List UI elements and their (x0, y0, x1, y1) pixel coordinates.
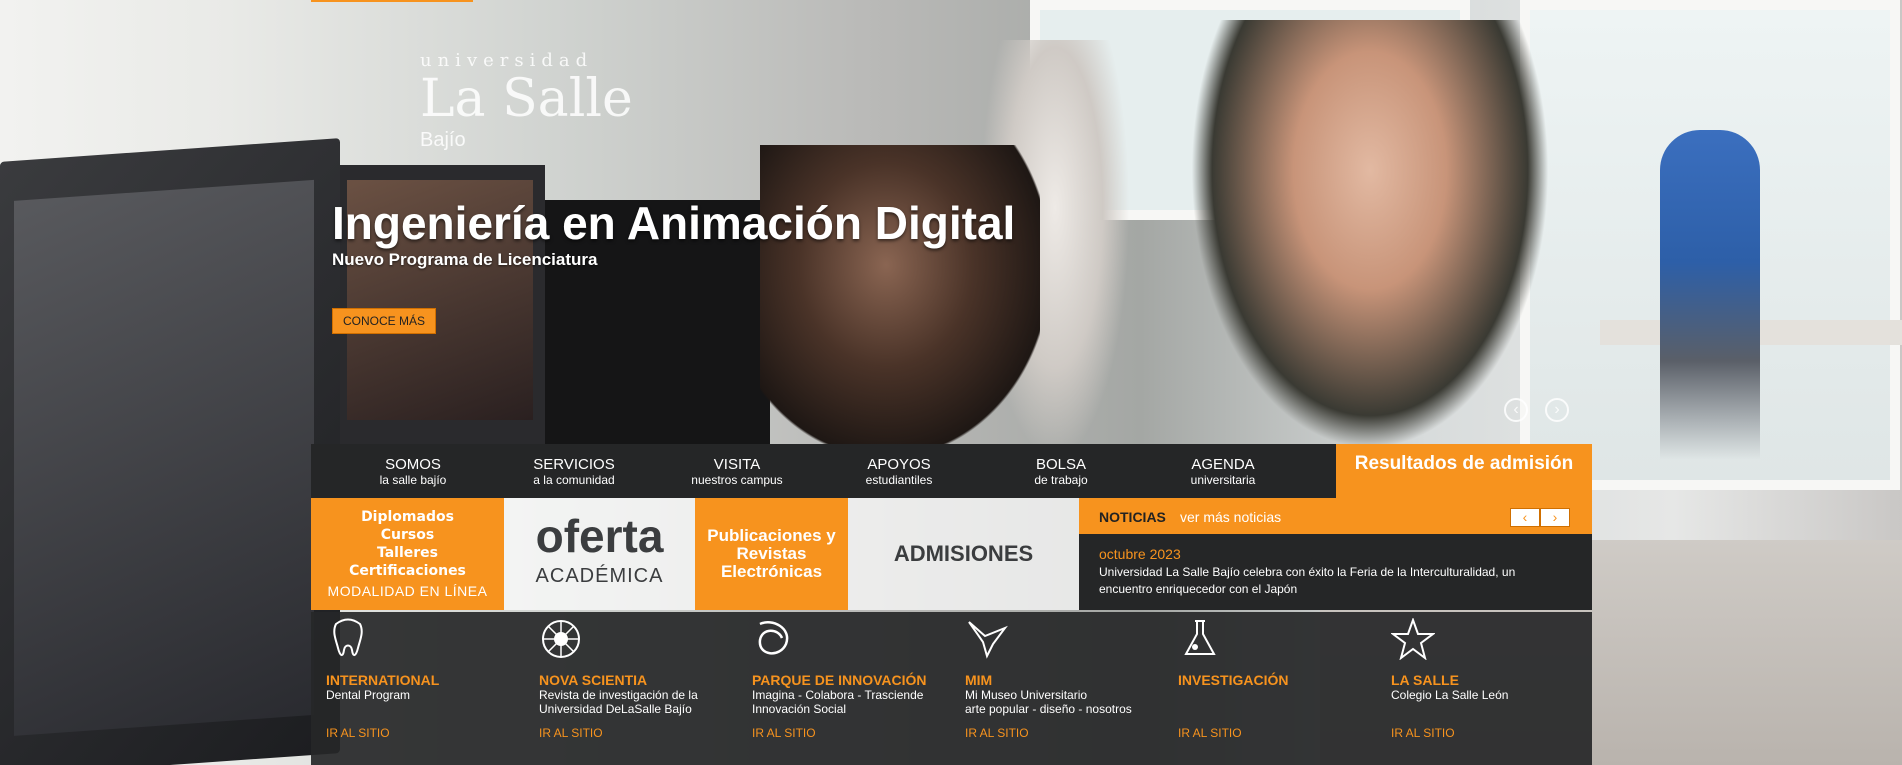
site-link[interactable]: IR AL SITIO (752, 726, 816, 740)
nav-item-somos[interactable]: SOMOS la salle bajío (338, 444, 488, 498)
monitor (0, 138, 340, 765)
site-desc: Universidad DeLaSalle Bajío (539, 702, 692, 716)
site-title: INTERNATIONAL (326, 672, 440, 688)
news-headline[interactable]: Universidad La Salle Bajío celebra con é… (1099, 564, 1539, 598)
student-man (1190, 20, 1550, 450)
nav-item-title: SERVICIOS (533, 455, 615, 473)
site-title: LA SALLE (1391, 672, 1459, 688)
publicaciones-tile[interactable]: Publicaciones y Revistas Electrónicas (695, 498, 848, 610)
nav-item-title: APOYOS (867, 455, 931, 473)
oferta-academica-tile[interactable]: oferta ACADÉMICA (504, 498, 695, 610)
nav-item-visita[interactable]: VISITA nuestros campus (662, 444, 812, 498)
news-header: NOTICIAS ver más noticias ‹ › (1079, 498, 1592, 534)
nav-item-title: VISITA (713, 455, 761, 473)
flask-icon (1184, 620, 1216, 655)
resultados-admision-button[interactable]: Resultados de admisión (1336, 444, 1592, 498)
nav-item-bolsa[interactable]: BOLSA de trabajo (986, 444, 1136, 498)
diplomados-label: Diplomados (361, 509, 454, 525)
site-link[interactable]: IR AL SITIO (965, 726, 1029, 740)
site-nova-scientia[interactable]: NOVA SCIENTIA Revista de investigación d… (524, 612, 737, 765)
conoce-mas-button[interactable]: CONOCE MÁS (332, 308, 437, 334)
talleres-label: Talleres (376, 545, 439, 561)
site-title: PARQUE DE INNOVACIÓN (752, 672, 927, 688)
admisiones-tile[interactable]: ADMISIONES (848, 498, 1079, 610)
nav-item-sub: de trabajo (1034, 472, 1088, 487)
oferta-small-text: ACADÉMICA (535, 565, 664, 587)
nav-item-sub: nuestros campus (691, 472, 783, 487)
news-prev-button[interactable]: ‹ (1510, 508, 1540, 527)
site-title: INVESTIGACIÓN (1178, 672, 1289, 688)
student-woman (760, 145, 1040, 445)
news-panel: NOTICIAS ver más noticias ‹ › octubre 20… (1079, 498, 1592, 610)
site-desc: Mi Museo Universitario (965, 688, 1088, 702)
nav-item-sub: estudiantiles (865, 472, 933, 487)
university-logo[interactable]: universidad La Salle Bajío (420, 50, 633, 152)
more-news-link[interactable]: ver más noticias (1180, 509, 1281, 525)
oferta-big-text: oferta (535, 510, 664, 562)
chevron-left-icon[interactable]: ‹ (1504, 398, 1528, 422)
nav-item-title: BOLSA (1035, 455, 1087, 473)
news-label: NOTICIAS (1099, 509, 1166, 525)
site-international[interactable]: INTERNATIONAL Dental Program IR AL SITIO (311, 612, 524, 765)
atom-burst-icon (542, 620, 580, 658)
sites-strip: INTERNATIONAL Dental Program IR AL SITIO… (311, 612, 1592, 765)
cursos-label: Cursos (380, 527, 435, 543)
nav-item-apoyos[interactable]: APOYOS estudiantiles (824, 444, 974, 498)
site-parque-innovacion[interactable]: PARQUE DE INNOVACIÓN Imagina - Colabora … (737, 612, 950, 765)
site-desc: arte popular - diseño - nosotros (965, 702, 1132, 716)
nav-item-title: AGENDA (1191, 455, 1255, 473)
slide-subtitle: Nuevo Programa de Licenciatura (332, 250, 598, 269)
loop-icon (758, 621, 789, 655)
nav-item-servicios[interactable]: SERVICIOS a la comunidad (499, 444, 649, 498)
site-desc: Innovación Social (752, 702, 847, 716)
bird-icon (968, 621, 1008, 659)
nav-item-sub: universitaria (1190, 472, 1256, 487)
certificaciones-label: Certificaciones (349, 563, 466, 579)
nav-item-sub: la salle bajío (379, 472, 447, 487)
background-student (1660, 130, 1760, 460)
site-link[interactable]: IR AL SITIO (1178, 726, 1242, 740)
star-icon (1391, 618, 1435, 660)
slide-title: Ingeniería en Animación Digital (332, 197, 1016, 249)
site-la-salle[interactable]: LA SALLE Colegio La Salle León IR AL SIT… (1376, 612, 1589, 765)
news-date: octubre 2023 (1099, 546, 1181, 562)
diplomados-tile[interactable]: Diplomados Cursos Talleres Certificacion… (311, 498, 504, 610)
site-mim[interactable]: MIM Mi Museo Universitario arte popular … (950, 612, 1163, 765)
site-desc: Imagina - Colabora - Trasciende (752, 688, 924, 702)
nav-item-title: SOMOS (385, 455, 441, 473)
logo-line-1: universidad (420, 50, 594, 71)
logo-accent-bar (311, 0, 473, 2)
site-link[interactable]: IR AL SITIO (1391, 726, 1455, 740)
modalidad-label: MODALIDAD EN LÍNEA (327, 583, 488, 599)
site-title: MIM (965, 672, 993, 688)
site-desc: Revista de investigación de la (539, 688, 698, 702)
main-nav: SOMOS la salle bajío SERVICIOS a la comu… (311, 444, 1592, 498)
nav-item-sub: a la comunidad (533, 472, 615, 487)
site-desc: Dental Program (326, 688, 411, 702)
site-desc: Colegio La Salle León (1391, 688, 1509, 702)
logo-line-3: Bajío (420, 129, 466, 151)
news-next-button[interactable]: › (1540, 508, 1570, 527)
tooth-icon (333, 618, 363, 656)
nav-item-agenda[interactable]: AGENDA universitaria (1148, 444, 1298, 498)
site-investigacion[interactable]: INVESTIGACIÓN IR AL SITIO (1163, 612, 1376, 765)
logo-line-2: La Salle (420, 69, 633, 129)
site-title: NOVA SCIENTIA (539, 672, 648, 688)
chevron-right-icon[interactable]: › (1545, 398, 1569, 422)
site-link[interactable]: IR AL SITIO (539, 726, 603, 740)
site-link[interactable]: IR AL SITIO (326, 726, 390, 740)
